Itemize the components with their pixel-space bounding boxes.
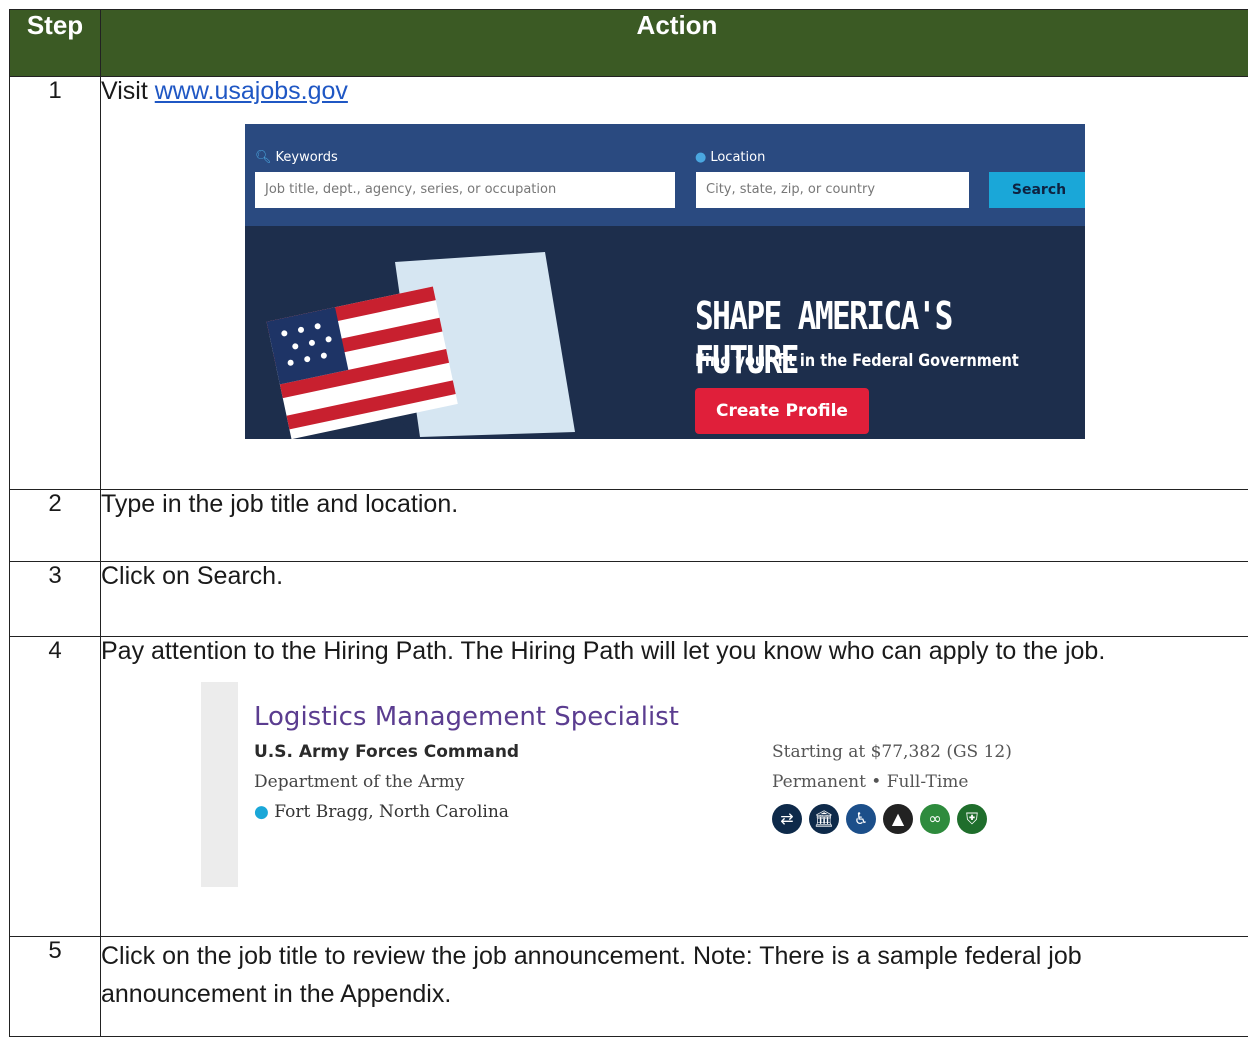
veterans-icon: ⛨	[957, 804, 987, 834]
steps-table: Step Action 1 Visit www.usajobs.gov 🔍︎Ke…	[9, 9, 1248, 1037]
job-location: ● Fort Bragg, North Carolina	[254, 802, 509, 822]
step-number: 2	[10, 490, 101, 562]
location-label: ●Location	[695, 150, 765, 165]
table-row: 5 Click on the job title to review the j…	[10, 937, 1248, 1037]
hiring-path-text: Pay attention to the Hiring Path. The Hi…	[101, 637, 1248, 666]
table-row: 1 Visit www.usajobs.gov 🔍︎Keywords Job t…	[10, 77, 1248, 490]
step-action: Pay attention to the Hiring Path. The Hi…	[101, 637, 1248, 937]
keywords-label: 🔍︎Keywords	[255, 150, 338, 165]
location-pin-icon: ●	[254, 802, 269, 822]
job-salary: Starting at $77,382 (GS 12)	[772, 742, 1012, 762]
step-action: Visit www.usajobs.gov 🔍︎Keywords Job tit…	[101, 77, 1248, 490]
usajobs-link[interactable]: www.usajobs.gov	[155, 77, 348, 105]
create-profile-button[interactable]: Create Profile	[695, 388, 869, 434]
job-title-link[interactable]: Logistics Management Specialist	[254, 702, 679, 732]
table-row: 3 Click on Search.	[10, 562, 1248, 637]
step-action: Click on Search.	[101, 562, 1248, 637]
step-number: 4	[10, 637, 101, 937]
search-icon: 🔍︎	[255, 150, 272, 165]
table-row: 2 Type in the job title and location.	[10, 490, 1248, 562]
job-agency: U.S. Army Forces Command	[254, 742, 519, 762]
step-column-header: Step	[10, 10, 101, 77]
step-number: 1	[10, 77, 101, 490]
location-pin-icon: ●	[695, 150, 706, 165]
job-schedule: Permanent • Full-Time	[772, 772, 968, 792]
visit-text: Visit	[101, 77, 155, 105]
job-listing-card: Logistics Management Specialist U.S. Arm…	[201, 682, 1061, 887]
career-transition-icon: ∞	[920, 804, 950, 834]
step-action: Click on the job title to review the job…	[101, 937, 1248, 1037]
hiring-path-icons: ⇄🏛♿▲∞⛨	[772, 802, 1002, 842]
search-bar: 🔍︎Keywords Job title, dept., agency, ser…	[245, 124, 1085, 226]
job-department: Department of the Army	[254, 772, 464, 792]
table-header-row: Step Action	[10, 10, 1248, 77]
step-number: 5	[10, 937, 101, 1037]
step-action: Type in the job title and location.	[101, 490, 1248, 562]
land-management-icon: ▲	[883, 804, 913, 834]
internal-to-agency-icon: ⇄	[772, 804, 802, 834]
usajobs-homepage-screenshot: 🔍︎Keywords Job title, dept., agency, ser…	[245, 124, 1085, 439]
federal-employee-icon: 🏛	[809, 804, 839, 834]
disability-icon: ♿	[846, 804, 876, 834]
action-column-header: Action	[101, 10, 1248, 77]
card-sidebar	[201, 682, 238, 887]
search-button[interactable]: Search	[989, 172, 1085, 208]
flag-puzzle-illustration	[245, 242, 665, 439]
keywords-input[interactable]: Job title, dept., agency, series, or occ…	[255, 172, 675, 208]
table-row: 4 Pay attention to the Hiring Path. The …	[10, 637, 1248, 937]
location-input[interactable]: City, state, zip, or country	[696, 172, 969, 208]
step-number: 3	[10, 562, 101, 637]
hero-subline: Find your fit in the Federal Government	[695, 351, 1019, 371]
